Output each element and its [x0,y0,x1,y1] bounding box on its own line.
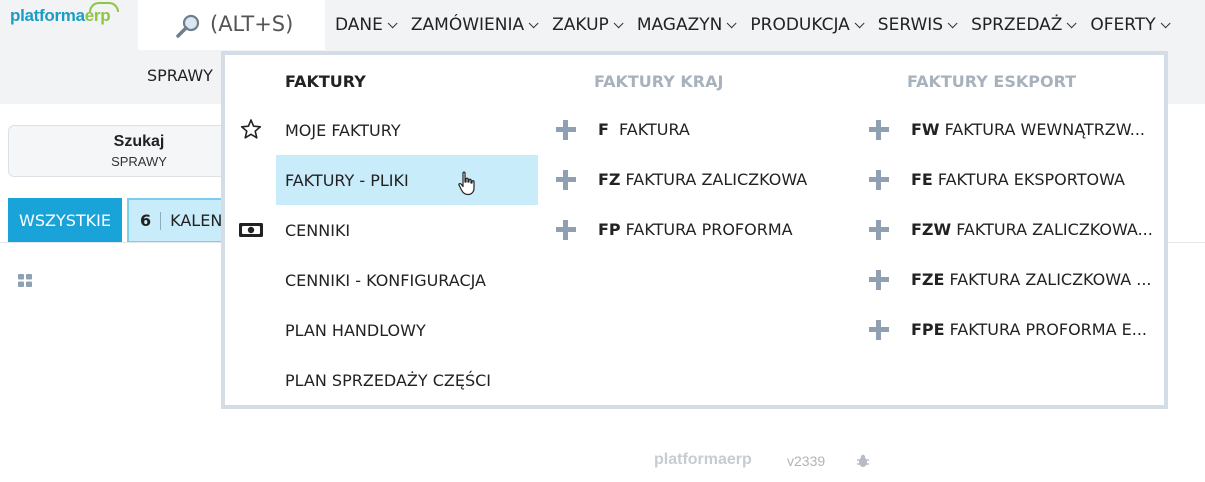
bug-report-icon[interactable] [856,454,870,468]
footer-logo-erp: erp [726,451,752,468]
nav-label: DANE [335,15,383,35]
chevron-down-icon [387,17,398,28]
invoice-code: FE [911,170,933,189]
menu-item-label: FAKTURY - PLIKI [285,170,409,190]
nav-item-serwis[interactable]: SERWIS [877,15,958,35]
footer-logo-main: platforma [654,451,727,468]
invoice-code: FZ [598,170,621,189]
global-search-button[interactable]: (ALT+S) [138,0,325,50]
menu-item-cenniki-konfiguracja[interactable]: CENNIKI - KONFIGURACJA [276,255,538,305]
star-icon[interactable] [240,118,262,140]
add-faktura-button[interactable] [556,120,576,140]
invoice-label: FAKTURA ZALICZKOWA [625,170,808,189]
tab-sprawy[interactable]: SPRAWY [147,66,213,85]
logo-cloud-icon [89,2,119,12]
menu-item-faktury-pliki[interactable]: FAKTURY - PLIKI [276,155,538,205]
invoice-type-fpe[interactable]: FPE FAKTURA PROFORMA E... [911,320,1161,339]
divider [160,211,162,230]
invoice-label: FAKTURA PROFORMA [625,220,793,239]
faktury-dropdown-menu: FAKTURY FAKTURY KRAJ FAKTURY ESKPORT MOJ… [221,51,1168,409]
nav-item-zamowienia[interactable]: ZAMÓWIENIA [410,15,539,35]
invoice-label: FAKTURA WEWNĄTRZW... [944,120,1146,139]
invoice-code: F [598,120,609,139]
nav-label: MAGAZYN [636,15,723,35]
app-logo[interactable]: platformaerp [10,2,119,26]
filter-all-button[interactable]: WSZYSTKIE [8,198,122,243]
menu-item-label: CENNIKI - KONFIGURACJA [285,270,486,290]
chevron-down-icon [727,17,737,28]
invoice-type-f[interactable]: F FAKTURA [598,120,818,139]
column-title-faktury-eksport: FAKTURY ESKPORT [907,72,1077,91]
menu-item-cenniki[interactable]: CENNIKI [276,205,538,255]
invoice-type-fw[interactable]: FW FAKTURA WEWNĄTRZW... [911,120,1161,139]
app-version: v2339 [787,453,826,469]
invoice-code: FZW [911,220,952,239]
nav-item-zakup[interactable]: ZAKUP [552,15,624,35]
column-title-faktury-kraj: FAKTURY KRAJ [594,72,724,91]
hand-cursor-icon [458,171,475,196]
add-faktura-proforma-button[interactable] [556,220,576,240]
nav-label: PRODUKCJA [750,15,850,35]
invoice-type-fp[interactable]: FP FAKTURA PROFORMA [598,220,838,239]
invoice-type-fe[interactable]: FE FAKTURA EKSPORTOWA [911,170,1161,189]
invoice-code: FZE [911,270,945,289]
search-icon [176,14,200,38]
nav-label: SERWIS [877,15,944,35]
nav-item-oferty[interactable]: OFERTY [1090,15,1171,35]
menu-item-label: PLAN SPRZEDAŻY CZĘŚCI [285,370,492,390]
banknote-icon [239,223,263,237]
menu-item-plan-handlowy[interactable]: PLAN HANDLOWY [276,305,538,355]
main-nav: DANE ZAMÓWIENIA ZAKUP MAGAZYN PRODUKCJA … [335,0,1184,50]
invoice-type-fz[interactable]: FZ FAKTURA ZALICZKOWA [598,170,838,189]
filter-count: 6 [140,211,152,230]
invoice-label: FAKTURA EKSPORTOWA [937,170,1125,189]
nav-label: ZAMÓWIENIA [410,15,525,35]
menu-item-moje-faktury[interactable]: MOJE FAKTURY [276,105,538,155]
invoice-type-fze[interactable]: FZE FAKTURA ZALICZKOWA ... [911,270,1161,289]
add-faktura-zaliczkowa-button[interactable] [556,170,576,190]
top-bar: platformaerp (ALT+S) DANE ZAMÓWIENIA ZAK… [0,0,1205,50]
menu-item-label: CENNIKI [285,220,351,240]
add-faktura-zaliczkowa-wdt-button[interactable] [869,220,889,240]
add-faktura-eksportowa-button[interactable] [869,170,889,190]
invoice-label: FAKTURA [619,120,690,139]
nav-item-dane[interactable]: DANE [335,15,398,35]
menu-item-label: PLAN HANDLOWY [285,320,426,340]
invoice-label: FAKTURA ZALICZKOWA ... [949,270,1152,289]
add-faktura-wewnatrzwspolnotowa-button[interactable] [869,120,889,140]
footer-logo: platformaerp [654,451,752,469]
nav-label: OFERTY [1090,15,1156,35]
logo-text-main: platforma [10,6,85,25]
search-shortcut-label: (ALT+S) [210,12,294,36]
nav-item-magazyn[interactable]: MAGAZYN [636,15,737,35]
menu-item-label: MOJE FAKTURY [285,120,401,140]
nav-label: SPRZEDAŻ [971,15,1063,35]
chevron-down-icon [854,17,865,28]
chevron-down-icon [613,17,624,28]
nav-item-sprzedaz[interactable]: SPRZEDAŻ [971,15,1077,35]
nav-item-produkcja[interactable]: PRODUKCJA [750,15,865,35]
invoice-label: FAKTURA ZALICZKOWA... [956,220,1153,239]
chevron-down-icon [1067,17,1077,28]
add-faktura-proforma-eksport-button[interactable] [869,320,889,340]
chevron-down-icon [528,17,539,28]
invoice-code: FP [598,220,621,239]
invoice-type-fzw[interactable]: FZW FAKTURA ZALICZKOWA... [911,220,1161,239]
menu-item-plan-sprzedazy-czesci[interactable]: PLAN SPRZEDAŻY CZĘŚCI [276,355,538,405]
nav-label: ZAKUP [552,15,609,35]
chevron-down-icon [1160,17,1171,28]
grid-view-icon[interactable] [18,274,32,287]
filter-calendar-label: KALEN [170,211,223,230]
invoice-code: FPE [911,320,945,339]
invoice-code: FW [911,120,940,139]
column-title-faktury: FAKTURY [285,72,366,91]
add-faktura-zaliczkowa-eksport-button[interactable] [869,270,889,290]
search-card[interactable]: Szukaj SPRAWY [8,125,248,177]
invoice-label: FAKTURA PROFORMA E... [949,320,1147,339]
chevron-down-icon [947,17,958,28]
